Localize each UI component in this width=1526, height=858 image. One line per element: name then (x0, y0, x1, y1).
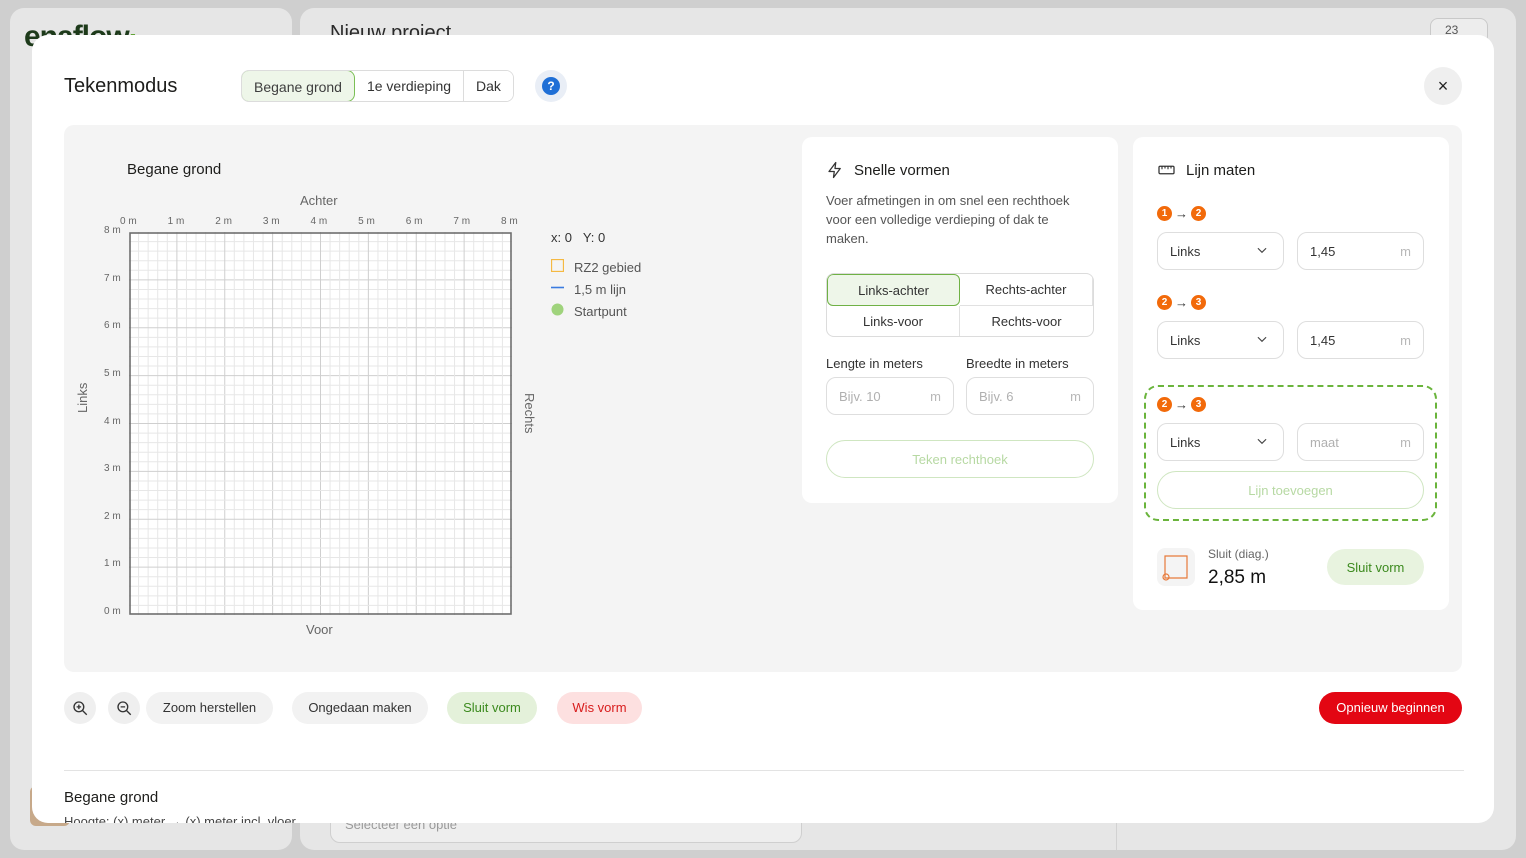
legend: RZ2 gebied 1,5 m lijn Startpunt (550, 256, 641, 322)
step-1-2: 1 → 2 (1157, 206, 1206, 221)
label-links: Links (75, 382, 90, 413)
x-tick-label: 3 m (262, 216, 280, 227)
y-tick-label: 1 m (104, 558, 121, 570)
option-links-voor[interactable]: Links-voor (827, 306, 960, 336)
legend-item-line: 1,5 m lijn (551, 278, 641, 300)
label-achter: Achter (300, 193, 338, 208)
drawing-modal: Tekenmodus Begane grond 1e verdieping Da… (32, 35, 1494, 823)
add-line-button[interactable]: Lijn toevoegen (1157, 471, 1424, 509)
section-subtitle: Hoogte: (x) meter → (x) meter incl. vloe… (64, 814, 296, 823)
y-tick-label: 0 m (104, 606, 121, 617)
direction-select-new[interactable]: Links (1157, 423, 1284, 461)
chevron-down-icon (1257, 438, 1267, 445)
clear-shape-button[interactable]: Wis vorm (557, 692, 642, 724)
close-shape-button[interactable]: Sluit vorm (447, 692, 537, 724)
x-tick-label: 8 m (501, 216, 518, 227)
x-tick-label: 6 m (405, 216, 423, 227)
y-tick-label: 8 m (104, 225, 121, 236)
close-button[interactable]: × (1424, 67, 1462, 105)
canvas-title: Begane grond (127, 161, 222, 178)
chevron-down-icon (1257, 247, 1267, 254)
corner-selector: Links-achter Rechts-achter Links-voor Re… (826, 273, 1094, 337)
direction-select-1[interactable]: Links (1157, 232, 1284, 270)
x-tick-label: 2 m (215, 216, 232, 227)
zoom-out-button[interactable] (108, 692, 140, 724)
x-tick-label: 0 m (120, 216, 137, 227)
legend-item-startpoint: Startpunt (551, 300, 641, 322)
zoom-in-button[interactable] (64, 692, 96, 724)
line-icon (551, 281, 565, 297)
y-tick-label: 4 m (104, 415, 121, 427)
snelle-vormen-card: Snelle vormen Voer afmetingen in om snel… (802, 137, 1118, 503)
x-tick-label: 7 m (453, 216, 471, 227)
direction-select-2[interactable]: Links (1157, 321, 1284, 359)
option-rechts-voor[interactable]: Rechts-voor (960, 306, 1093, 336)
close-diag-value: 2,85 m (1208, 567, 1267, 588)
canvas-area: Begane grond Achter Voor Links Rechts 0 … (64, 125, 1462, 672)
width-label: Breedte in meters (966, 356, 1069, 371)
length-input-2[interactable]: 1,45 m (1297, 321, 1424, 359)
chevron-down-icon (1257, 336, 1267, 343)
x-tick-label: 4 m (310, 216, 328, 227)
section-title: Begane grond (64, 789, 159, 806)
y-tick-label: 2 m (104, 510, 121, 522)
restart-button[interactable]: Opnieuw beginnen (1319, 692, 1462, 724)
lijn-maten-title: Lijn maten (1157, 161, 1255, 179)
close-icon: × (1437, 75, 1449, 96)
modal-title: Tekenmodus (64, 75, 178, 97)
y-tick-label: 7 m (104, 272, 121, 284)
card-close-shape-button[interactable]: Sluit vorm (1327, 549, 1424, 585)
square-icon (550, 258, 565, 275)
snelle-vormen-description: Voer afmetingen in om snel een rechthoek… (826, 193, 1070, 246)
undo-button[interactable]: Ongedaan maken (292, 692, 428, 724)
option-rechts-achter[interactable]: Rechts-achter (960, 274, 1093, 306)
length-input-new[interactable]: maat m (1297, 423, 1424, 461)
dot-icon (551, 303, 565, 319)
tab-1e-verdieping[interactable]: 1e verdieping (354, 71, 465, 101)
lijn-maten-card: Lijn maten 1 → 2 Links 1,45 m 2 → 3 Links (1133, 137, 1449, 610)
draw-rectangle-button[interactable]: Teken rechthoek (826, 440, 1094, 478)
zoom-out-icon (117, 701, 132, 716)
section-divider (64, 770, 1464, 771)
floor-tabs: Begane grond 1e verdieping Dak (241, 70, 514, 102)
lightning-icon (828, 161, 841, 179)
y-tick-label: 6 m (104, 320, 121, 332)
help-button[interactable]: ? (535, 70, 567, 102)
snelle-vormen-title: Snelle vormen (826, 161, 950, 179)
diagonal-icon (1157, 548, 1195, 586)
label-rechts: Rechts (522, 393, 537, 434)
length-input-1[interactable]: 1,45 m (1297, 232, 1424, 270)
x-tick-label: 1 m (167, 216, 185, 227)
length-label: Lengte in meters (826, 356, 923, 371)
zoom-reset-button[interactable]: Zoom herstellen (146, 692, 273, 724)
y-tick-label: 5 m (104, 367, 121, 379)
legend-item-rz2: RZ2 gebied (550, 256, 641, 278)
ruler-icon (1158, 165, 1175, 175)
option-links-achter[interactable]: Links-achter (827, 274, 960, 306)
label-voor: Voor (306, 622, 333, 637)
close-diag-label: Sluit (diag.) (1208, 547, 1269, 561)
coord-x: x: 0 (551, 230, 572, 245)
coord-y: Y: 0 (582, 230, 606, 245)
help-icon: ? (542, 77, 560, 95)
length-input[interactable]: Bijv. 10 m (826, 377, 954, 415)
zoom-in-icon (73, 701, 88, 716)
coordinate-readout: x: 0 Y: 0 (551, 230, 605, 245)
x-tick-label: 5 m (358, 216, 375, 227)
tab-dak[interactable]: Dak (464, 71, 513, 101)
tab-begane-grond[interactable]: Begane grond (241, 71, 355, 101)
drawing-grid[interactable] (129, 232, 512, 615)
step-2-3: 2 → 3 (1157, 295, 1206, 310)
y-tick-label: 3 m (104, 463, 121, 475)
width-input[interactable]: Bijv. 6 m (966, 377, 1094, 415)
step-new-2-3: 2 → 3 (1157, 397, 1206, 412)
